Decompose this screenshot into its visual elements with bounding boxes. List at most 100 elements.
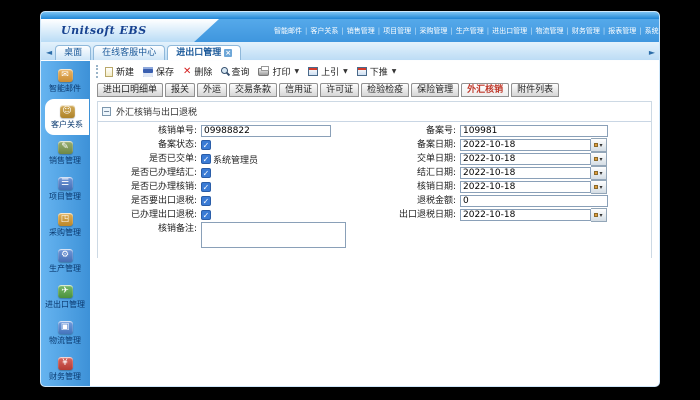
menu-separator: | [530, 27, 532, 35]
settlement-date-field: ▾ [460, 166, 607, 180]
fx-settled-checkbox[interactable]: ✓ [201, 168, 211, 178]
subtab-0[interactable]: 进出口明细单 [97, 83, 163, 97]
sidebar-item-6[interactable]: ✈进出口管理 [41, 279, 89, 315]
export-rebate-date-input[interactable] [460, 209, 591, 221]
search-button[interactable]: 查询 [221, 65, 249, 78]
save-button[interactable]: 保存 [143, 65, 174, 78]
subtab-4[interactable]: 信用证 [279, 83, 318, 97]
print-button[interactable]: 打印▼ [258, 65, 299, 78]
sidebar-item-label: 采购管理 [49, 227, 81, 238]
verification-date-input[interactable] [460, 181, 591, 193]
tab-scroll-left-icon[interactable]: ◄ [46, 48, 52, 57]
verification-memo-textarea[interactable] [201, 222, 346, 248]
menu-item-1[interactable]: 客户关系 [309, 26, 339, 36]
menu-item-4[interactable]: 采购管理 [418, 26, 448, 36]
purchase-icon: ◳ [58, 213, 73, 226]
verification-done-checkbox[interactable]: ✓ [201, 182, 211, 192]
sidebar-item-7[interactable]: ▣物流管理 [41, 315, 89, 351]
window-tab-1[interactable]: 在线客服中心 [93, 45, 165, 60]
customer-icon: ☺ [60, 105, 75, 118]
collapse-icon[interactable]: − [102, 107, 111, 116]
menu-item-5[interactable]: 生产管理 [455, 26, 485, 36]
rebate-amount-input[interactable] [460, 195, 608, 207]
main-area: ✉智能邮件☺客户关系✎销售管理☰项目管理◳采购管理⚙生产管理✈进出口管理▣物流管… [41, 61, 659, 387]
menu-separator: | [639, 27, 641, 35]
form-row-docs-date: 交单日期:▾ [390, 152, 642, 166]
menu-item-0[interactable]: 智能邮件 [273, 26, 303, 36]
subtab-5[interactable]: 许可证 [320, 83, 359, 97]
calendar-button[interactable]: ▾ [591, 138, 607, 152]
calendar-button[interactable]: ▾ [591, 180, 607, 194]
subtab-7[interactable]: 保险管理 [411, 83, 459, 97]
menu-item-10[interactable]: 系统设置 [644, 26, 660, 36]
date-dropdown-icon: ▾ [599, 212, 602, 219]
form-row-filing-no: 备案号: [390, 124, 642, 138]
form-row-export-rebate-date: 出口退税日期:▾ [390, 208, 642, 222]
docs-date-input[interactable] [460, 153, 591, 165]
production-icon: ⚙ [58, 249, 73, 262]
sidebar: ✉智能邮件☺客户关系✎销售管理☰项目管理◳采购管理⚙生产管理✈进出口管理▣物流管… [41, 61, 89, 387]
menu-item-3[interactable]: 项目管理 [382, 26, 412, 36]
push-down-button[interactable]: 下推 ▼ [357, 65, 397, 78]
tab-scroll-right-icon[interactable]: ► [649, 48, 655, 57]
rebate-done-checkbox[interactable]: ✓ [201, 210, 211, 220]
subtab-3[interactable]: 交易条款 [229, 83, 277, 97]
menu-item-6[interactable]: 进出口管理 [491, 26, 528, 36]
filing-status-checkbox[interactable]: ✓ [201, 140, 211, 150]
sidebar-item-2[interactable]: ✎销售管理 [41, 135, 89, 171]
new-button[interactable]: 新建 [105, 65, 134, 78]
window-tabstrip: ◄ 桌面在线客服中心进出口管理× ► [41, 42, 659, 61]
dropdown-arrow-icon[interactable]: ▼ [343, 68, 348, 75]
menu-separator: | [305, 27, 307, 35]
calendar-button[interactable]: ▾ [591, 152, 607, 166]
toolbar-button-label: 下推 [370, 65, 388, 78]
sidebar-item-1[interactable]: ☺客户关系 [45, 99, 89, 135]
pull-up-button[interactable]: 上引▼ [308, 65, 348, 78]
date-dropdown-icon: ▾ [599, 142, 602, 149]
menu-item-9[interactable]: 报表管理 [607, 26, 637, 36]
content-area: 新建保存 ✕删除查询打印▼ 上引▼ 下推 ▼ 进出口明细单报关外运交易条款信用证许可证检… [89, 61, 659, 387]
menu-item-8[interactable]: 财务管理 [571, 26, 601, 36]
window-tab-label: 在线客服中心 [102, 46, 156, 60]
tab-close-icon[interactable]: × [224, 49, 232, 57]
rebate-done-label: 已办理出口退税: [98, 208, 201, 222]
subtab-2[interactable]: 外运 [197, 83, 227, 97]
sidebar-item-8[interactable]: ¥财务管理 [41, 351, 89, 387]
calendar-button[interactable]: ▾ [591, 208, 607, 222]
calendar-button[interactable]: ▾ [591, 166, 607, 180]
docs-date-field: ▾ [460, 152, 607, 166]
window-tab-2[interactable]: 进出口管理× [167, 45, 241, 60]
header-banner: Unitsoft EBS 智能邮件|客户关系|销售管理|项目管理|采购管理|生产… [41, 19, 659, 42]
filing-date-input[interactable] [460, 139, 591, 151]
push-down-icon [357, 67, 367, 76]
sidebar-item-4[interactable]: ◳采购管理 [41, 207, 89, 243]
rebate-required-checkbox[interactable]: ✓ [201, 196, 211, 206]
dropdown-arrow-icon[interactable]: ▼ [294, 68, 299, 75]
calendar-icon [594, 213, 598, 217]
form-body: 核销单号:备案状态:✓是否已交单:✓系统管理员是否已办理结汇:✓是否已办理核销:… [98, 122, 651, 258]
filing-no-input[interactable] [460, 125, 608, 137]
verification-no-input[interactable] [201, 125, 331, 137]
dropdown-arrow-icon[interactable]: ▼ [392, 68, 397, 75]
settlement-date-input[interactable] [460, 167, 591, 179]
sidebar-item-label: 生产管理 [49, 263, 81, 274]
menu-separator: | [450, 27, 452, 35]
form-row-settlement-date: 结汇日期:▾ [390, 166, 642, 180]
sidebar-item-label: 进出口管理 [45, 299, 85, 310]
sidebar-item-0[interactable]: ✉智能邮件 [41, 63, 89, 99]
sidebar-item-5[interactable]: ⚙生产管理 [41, 243, 89, 279]
subtab-9[interactable]: 附件列表 [511, 83, 559, 97]
main-menu: 智能邮件|客户关系|销售管理|项目管理|采购管理|生产管理|进出口管理|物流管理… [273, 26, 660, 36]
verification-done-label: 是否已办理核销: [98, 180, 201, 194]
toolbar-grip-handle[interactable] [96, 65, 98, 78]
delete-button[interactable]: ✕删除 [183, 65, 212, 78]
window-tab-0[interactable]: 桌面 [55, 45, 91, 60]
docs-submitted-checkbox[interactable]: ✓ [201, 154, 211, 164]
subtab-6[interactable]: 检验检疫 [361, 83, 409, 97]
subtab-8[interactable]: 外汇核销 [461, 83, 509, 97]
subtab-1[interactable]: 报关 [165, 83, 195, 97]
menu-separator: | [487, 27, 489, 35]
menu-item-7[interactable]: 物流管理 [535, 26, 565, 36]
menu-item-2[interactable]: 销售管理 [346, 26, 376, 36]
sidebar-item-3[interactable]: ☰项目管理 [41, 171, 89, 207]
